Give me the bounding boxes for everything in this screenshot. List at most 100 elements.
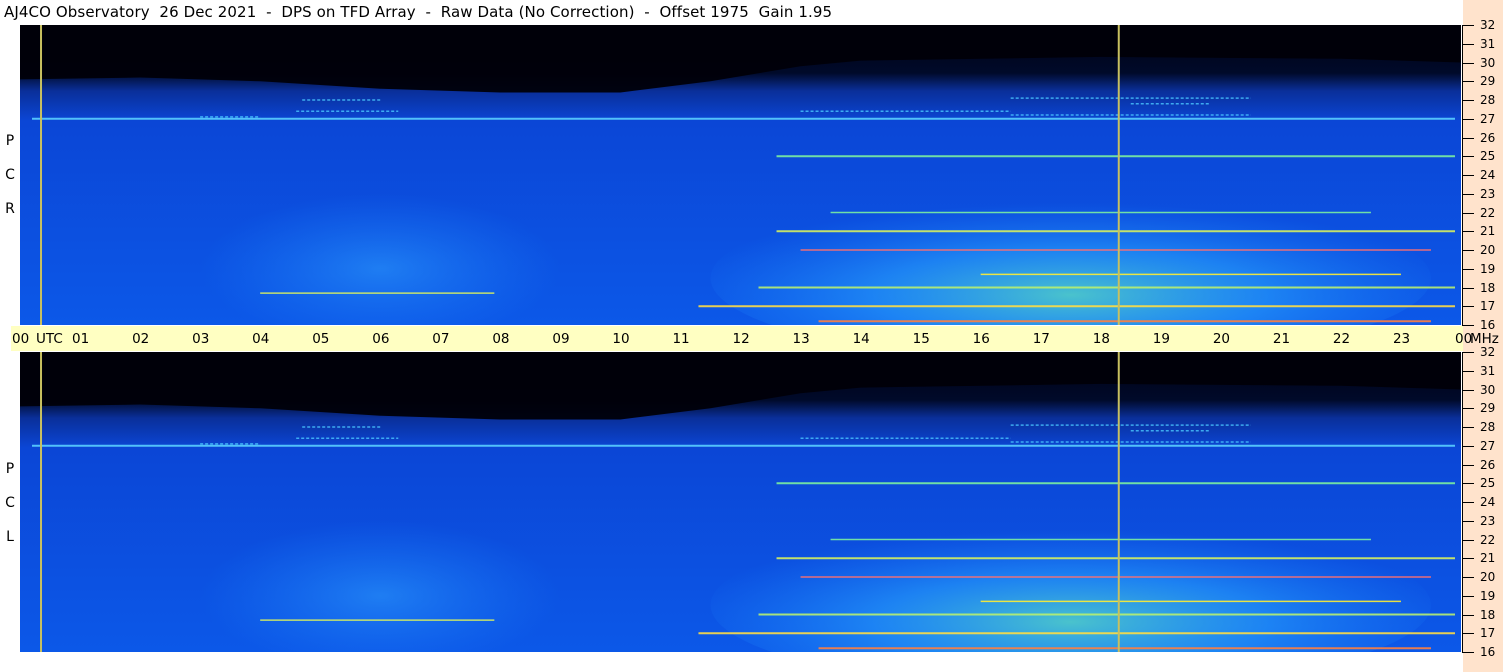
utc-tick-label: 18 (1092, 331, 1110, 347)
frequency-tick-mark (1462, 62, 1474, 64)
utc-tick-label: 06 (372, 331, 390, 347)
utc-time-axis: 00 01 02 03 04 05 06 07 08 09 10 11 12 13 14 15 16 17 18 19… (11, 326, 1499, 351)
frequency-tick-label: 17 (1480, 299, 1496, 314)
utc-tick-label: 09 (552, 331, 570, 347)
frequency-tick-label: 23 (1480, 513, 1496, 528)
utc-tick-label: 02 (132, 331, 150, 347)
frequency-tick-mark (1462, 81, 1474, 83)
frequency-tick-label: 23 (1480, 186, 1496, 201)
frequency-tick-mark (1462, 156, 1474, 158)
frequency-tick-label: 32 (1480, 18, 1496, 32)
frequency-tick-mark (1462, 100, 1474, 101)
utc-tick-label: 12 (732, 331, 750, 347)
frequency-tick-mark (1462, 389, 1474, 391)
lcp-label-p: P (5, 461, 15, 477)
frequency-tick-label: 22 (1480, 532, 1496, 547)
frequency-tick-label: 28 (1480, 93, 1496, 107)
lcp-spectrogram-panel (20, 352, 1461, 652)
frequency-tick-mark (1462, 250, 1474, 251)
frequency-tick-label: 25 (1480, 476, 1496, 491)
frequency-tick-mark (1462, 408, 1474, 410)
frequency-tick-mark (1462, 502, 1474, 503)
frequency-tick-label: 19 (1480, 588, 1496, 603)
frequency-tick-label: 29 (1480, 401, 1496, 416)
frequency-tick-label: 30 (1480, 382, 1496, 397)
frequency-tick-mark (1462, 231, 1474, 233)
frequency-tick-label: 26 (1480, 457, 1496, 472)
frequency-tick-mark (1462, 137, 1474, 139)
frequency-tick-mark (1462, 539, 1474, 541)
frequency-tick-mark (1462, 595, 1474, 597)
frequency-tick-label: 20 (1480, 570, 1496, 584)
frequency-tick-mark (1462, 614, 1474, 616)
utc-tick-label: 21 (1272, 331, 1291, 347)
utc-tick-label: 07 (432, 331, 450, 347)
utc-tick-label: 11 (672, 331, 690, 347)
utc-tick-label: 03 (192, 331, 210, 347)
utc-axis-label: UTC (36, 331, 63, 347)
figure-title: AJ4CO Observatory 26 Dec 2021 - DPS on T… (4, 3, 833, 21)
frequency-tick-mark (1462, 212, 1474, 214)
frequency-tick-mark (1462, 445, 1474, 447)
rcp-label-r: R (5, 201, 15, 217)
frequency-tick-label: 18 (1480, 280, 1496, 295)
frequency-tick-label: 19 (1480, 261, 1496, 276)
utc-tick-label: 14 (852, 331, 870, 347)
frequency-tick-mark (1462, 427, 1474, 428)
frequency-tick-label: 18 (1480, 607, 1496, 622)
utc-tick-label: 13 (792, 331, 810, 347)
frequency-tick-label: 17 (1480, 626, 1496, 641)
frequency-tick-mark (1462, 268, 1474, 270)
utc-tick-label: 17 (1032, 331, 1050, 347)
frequency-tick-mark (1462, 464, 1474, 466)
frequency-tick-label: 21 (1480, 224, 1496, 239)
frequency-tick-mark (1462, 520, 1474, 522)
frequency-tick-mark (1462, 118, 1474, 120)
frequency-tick-mark (1462, 25, 1474, 26)
frequency-tick-label: 31 (1480, 36, 1496, 51)
utc-tick-label: 16 (972, 331, 990, 347)
frequency-tick-label: 28 (1480, 420, 1496, 434)
frequency-tick-label: 22 (1480, 205, 1496, 220)
spectrogram-svg (20, 352, 1461, 652)
frequency-tick-label: 16 (1480, 318, 1496, 332)
frequency-tick-label: 21 (1480, 551, 1496, 566)
frequency-tick-mark (1462, 633, 1474, 635)
rcp-spectrogram-panel (20, 25, 1461, 325)
frequency-tick-mark (1462, 43, 1474, 45)
frequency-tick-label: 30 (1480, 55, 1496, 70)
frequency-tick-label: 25 (1480, 149, 1496, 164)
frequency-tick-label: 16 (1480, 645, 1496, 659)
frequency-tick-mark (1462, 352, 1474, 353)
frequency-tick-label: 31 (1480, 363, 1496, 378)
rcp-label-c: C (5, 167, 15, 183)
utc-tick-label: 01 (72, 331, 90, 347)
frequency-tick-label: 26 (1480, 130, 1496, 145)
utc-tick-label: 00 (12, 331, 30, 347)
utc-tick-label: 08 (492, 331, 510, 347)
frequency-tick-mark (1462, 287, 1474, 289)
frequency-tick-label: 24 (1480, 495, 1496, 509)
frequency-tick-label: 29 (1480, 74, 1496, 89)
frequency-tick-label: 27 (1480, 438, 1496, 453)
utc-tick-label: 22 (1332, 331, 1351, 347)
utc-tick-label: 19 (1152, 331, 1170, 347)
lcp-label-l: L (6, 529, 14, 545)
frequency-tick-mark (1462, 193, 1474, 195)
utc-tick-label: 10 (612, 331, 630, 347)
frequency-tick-mark (1462, 306, 1474, 308)
utc-tick-label: 20 (1212, 331, 1231, 347)
frequency-tick-mark (1462, 325, 1474, 326)
frequency-tick-mark (1462, 558, 1474, 560)
utc-tick-label: 04 (252, 331, 270, 347)
utc-tick-label: 23 (1392, 331, 1411, 347)
spectrogram-svg (20, 25, 1461, 325)
frequency-tick-label: 32 (1480, 345, 1496, 359)
frequency-tick-label: 20 (1480, 243, 1496, 257)
frequency-tick-mark (1462, 370, 1474, 372)
frequency-tick-label: 24 (1480, 168, 1496, 182)
lcp-label-c: C (5, 495, 15, 511)
frequency-tick-label: 27 (1480, 111, 1496, 126)
frequency-tick-mark (1462, 577, 1474, 578)
utc-tick-label: 15 (912, 331, 930, 347)
